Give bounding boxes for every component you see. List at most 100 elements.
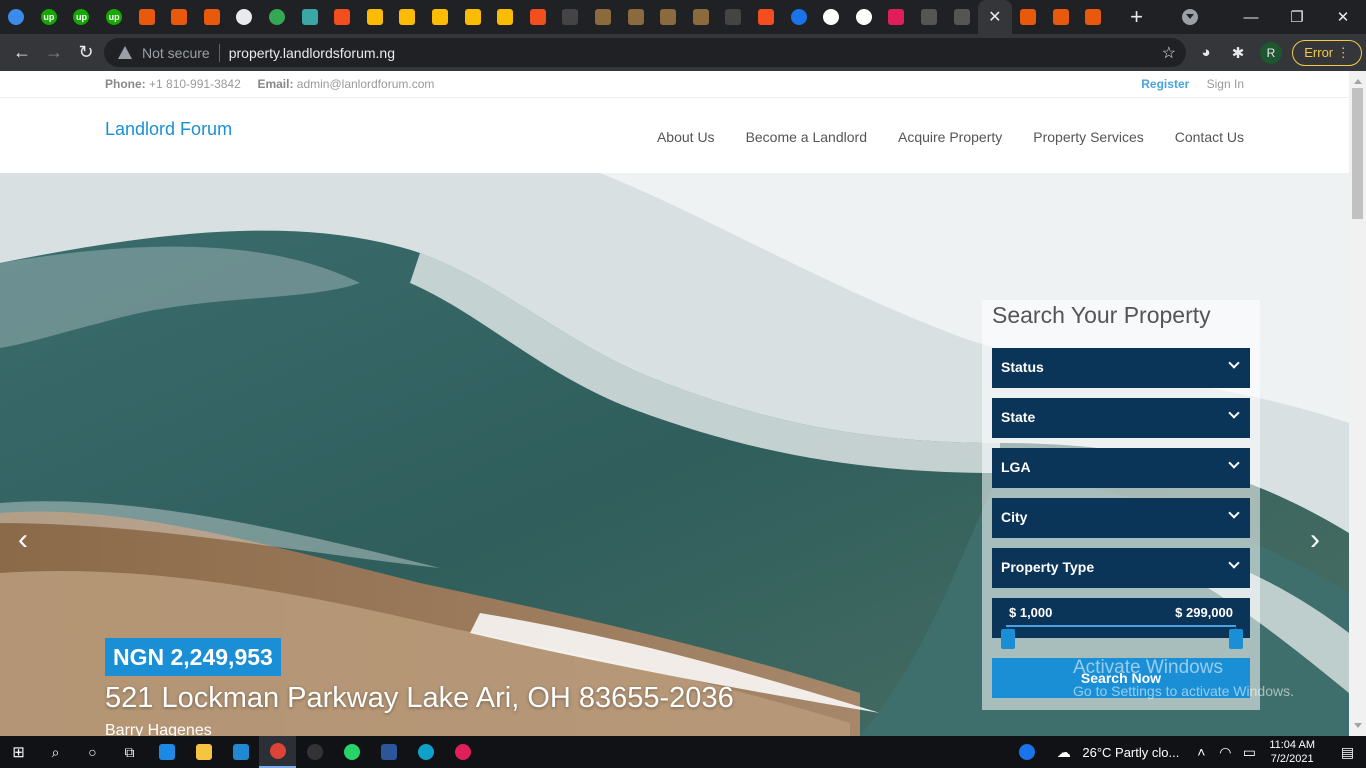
globe-icon — [269, 9, 286, 25]
browser-tab[interactable] — [815, 0, 848, 34]
new-tab-button[interactable]: + — [1120, 4, 1154, 30]
nav-about-us[interactable]: About Us — [657, 129, 715, 145]
prev-slide-arrow-icon[interactable]: ‹ — [18, 523, 28, 557]
state-select[interactable]: State — [992, 398, 1250, 438]
notifications-icon[interactable]: ▤ — [1329, 736, 1366, 768]
file-explorer-icon[interactable] — [185, 736, 222, 768]
browser-tab[interactable] — [522, 0, 555, 34]
browser-tab[interactable] — [359, 0, 392, 34]
url-text[interactable]: property.landlordsforum.ng — [229, 45, 395, 61]
status-select[interactable]: Status — [992, 348, 1250, 388]
browser-tab[interactable] — [391, 0, 424, 34]
address-bar[interactable]: Not secure property.landlordsforum.ng ☆ — [104, 38, 1186, 67]
close-window-button[interactable]: ✕ — [1320, 8, 1366, 26]
property-address[interactable]: 521 Lockman Parkway Lake Ari, OH 83655-2… — [105, 682, 734, 715]
browser-tab[interactable] — [0, 0, 33, 34]
browser-tab[interactable] — [163, 0, 196, 34]
browser-tab[interactable] — [293, 0, 326, 34]
error-label: Error — [1304, 45, 1334, 60]
hubstaff-icon[interactable] — [296, 736, 333, 768]
property-type-select[interactable]: Property Type — [992, 548, 1250, 588]
browser-tab[interactable] — [750, 0, 783, 34]
browser-tab[interactable] — [554, 0, 587, 34]
signin-link[interactable]: Sign In — [1207, 77, 1244, 91]
chevron-down-icon — [1228, 357, 1240, 369]
edge-icon[interactable] — [407, 736, 444, 768]
price-range-slider[interactable]: $ 1,000 $ 299,000 — [992, 598, 1250, 649]
profile-avatar[interactable]: R — [1260, 41, 1282, 64]
browser-tab[interactable] — [196, 0, 229, 34]
weather-text[interactable]: 26°C Partly clo... — [1082, 745, 1179, 760]
browser-tab[interactable] — [782, 0, 815, 34]
browser-tab[interactable] — [587, 0, 620, 34]
browser-tab[interactable]: up — [98, 0, 131, 34]
scroll-down-arrow-icon[interactable] — [1354, 723, 1362, 732]
next-slide-arrow-icon[interactable]: › — [1310, 523, 1320, 557]
browser-tab[interactable] — [619, 0, 652, 34]
puzzle-icon[interactable]: ✱ — [1228, 43, 1248, 63]
lga-select[interactable]: LGA — [992, 448, 1250, 488]
contact-topbar: Phone: +1 810-991-3842 Email: admin@lanl… — [0, 71, 1349, 98]
browser-tab[interactable] — [847, 0, 880, 34]
range-max-handle[interactable] — [1229, 628, 1243, 649]
browser-tab[interactable] — [261, 0, 294, 34]
browser-tab[interactable]: up — [33, 0, 66, 34]
nav-property-services[interactable]: Property Services — [1033, 129, 1143, 145]
page-scrollbar[interactable] — [1349, 71, 1366, 736]
browser-tab[interactable] — [489, 0, 522, 34]
battery-icon[interactable]: ▭ — [1237, 736, 1261, 768]
browser-tab[interactable] — [130, 0, 163, 34]
browser-tab[interactable] — [1044, 0, 1077, 34]
extension-icon[interactable]: ◕ — [1196, 43, 1216, 63]
vscode-icon[interactable] — [222, 736, 259, 768]
back-button[interactable]: ← — [6, 42, 38, 63]
restore-button[interactable]: ❐ — [1274, 8, 1320, 26]
scrollbar-thumb[interactable] — [1352, 88, 1363, 219]
word-icon[interactable] — [370, 736, 407, 768]
browser-tab[interactable] — [456, 0, 489, 34]
bookmark-star-icon[interactable]: ☆ — [1162, 43, 1176, 63]
mail-icon[interactable] — [148, 736, 185, 768]
browser-tab[interactable] — [326, 0, 359, 34]
nav-become-landlord[interactable]: Become a Landlord — [746, 129, 867, 145]
reload-button[interactable]: ↻ — [70, 42, 102, 63]
error-button[interactable]: Error ⋮ — [1292, 39, 1362, 66]
task-view-icon[interactable]: ⧉ — [111, 736, 148, 768]
weather-icon[interactable]: ☁ — [1045, 736, 1082, 768]
slack-icon[interactable] — [444, 736, 481, 768]
browser-tab[interactable] — [228, 0, 261, 34]
whatsapp-icon[interactable] — [333, 736, 370, 768]
tab-search-icon[interactable] — [1182, 9, 1198, 25]
start-windows-icon[interactable]: ⊞ — [0, 736, 37, 768]
range-min-handle[interactable] — [1001, 628, 1015, 649]
register-link[interactable]: Register — [1141, 77, 1189, 91]
cortana-circle-icon[interactable]: ○ — [74, 736, 111, 768]
property-agent-name: Barry Hagenes — [105, 722, 212, 736]
browser-tab[interactable] — [913, 0, 946, 34]
chrome-icon[interactable] — [259, 736, 296, 768]
browser-tab[interactable] — [684, 0, 717, 34]
help-icon[interactable] — [1008, 736, 1045, 768]
browser-tab[interactable] — [1012, 0, 1045, 34]
browser-tab[interactable]: up — [65, 0, 98, 34]
clock[interactable]: 11:04 AM 7/2/2021 — [1269, 738, 1315, 766]
browser-tab[interactable] — [424, 0, 457, 34]
nav-acquire-property[interactable]: Acquire Property — [898, 129, 1002, 145]
browser-tab[interactable] — [717, 0, 750, 34]
brand-logo[interactable]: Landlord Forum — [105, 119, 232, 140]
not-secure-label[interactable]: Not secure — [142, 45, 210, 61]
browser-tab[interactable] — [652, 0, 685, 34]
active-tab-close-icon[interactable]: ✕ — [977, 0, 1012, 34]
link-icon — [138, 9, 155, 25]
minimize-button[interactable]: — — [1228, 9, 1274, 26]
search-icon[interactable]: ⌕ — [37, 736, 74, 768]
forward-button[interactable]: → — [38, 42, 70, 63]
city-select[interactable]: City — [992, 498, 1250, 538]
chevron-up-icon[interactable]: ˄ — [1189, 736, 1213, 768]
browser-tab[interactable] — [880, 0, 913, 34]
browser-tab[interactable] — [1077, 0, 1110, 34]
nav-contact-us[interactable]: Contact Us — [1175, 129, 1244, 145]
browser-tab[interactable] — [945, 0, 978, 34]
wifi-icon[interactable]: ◠ — [1213, 736, 1237, 768]
scroll-up-arrow-icon[interactable] — [1354, 75, 1362, 84]
